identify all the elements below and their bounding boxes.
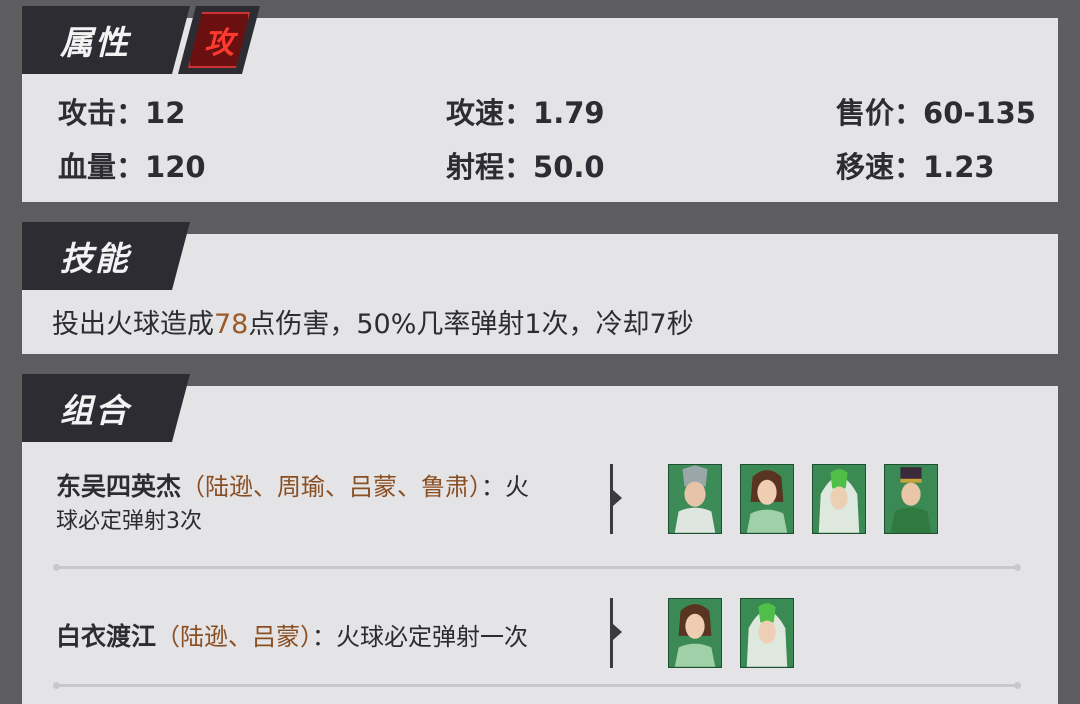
- combo-section-tab: 组合: [22, 374, 190, 442]
- bottom-divider: [53, 682, 1021, 689]
- hp-label: 血量：: [58, 150, 146, 184]
- price-stat: 售价：60-135: [836, 90, 1036, 132]
- move-speed-stat: 移速：1.23: [836, 144, 995, 186]
- attack-stat: 攻击：12: [58, 90, 185, 132]
- attack-label: 攻击：: [58, 96, 146, 130]
- combo-2-title: 白衣渡江（陆逊、吕蒙）：火球必定弹射一次: [56, 617, 528, 653]
- attributes-section-title: 属性: [60, 23, 130, 62]
- price-value: 60-135: [923, 96, 1036, 130]
- combo-panel: [22, 386, 1058, 704]
- combo-1-name: 东吴四英杰: [56, 472, 182, 501]
- range-value: 50.0: [533, 150, 605, 184]
- combo-1-title: 东吴四英杰（陆逊、周瑜、吕蒙、鲁肃）：火: [56, 472, 530, 501]
- combo-2-name: 白衣渡江: [56, 622, 157, 651]
- combo-2-effect: ：火球必定弹射一次: [312, 623, 529, 651]
- combo-2-arrow-icon: [613, 624, 622, 640]
- hp-value: 120: [145, 150, 206, 184]
- green-hood-hero-icon[interactable]: [812, 464, 866, 534]
- combo-1-effect: 球必定弹射3次: [56, 509, 202, 534]
- combo-1-members: （陆逊、周瑜、吕蒙、鲁肃）: [181, 473, 482, 501]
- attack-value: 12: [145, 96, 186, 130]
- range-stat: 射程：50.0: [446, 144, 605, 186]
- attack-type-icon: 攻: [188, 12, 250, 68]
- hp-stat: 血量：120: [58, 144, 206, 186]
- move-speed-value: 1.23: [923, 150, 995, 184]
- price-label: 售价：: [836, 96, 924, 130]
- armored-warrior-icon[interactable]: [668, 464, 722, 534]
- combo-1-arrow-icon: [613, 490, 622, 506]
- atk-speed-value: 1.79: [533, 96, 605, 130]
- brown-hair-hero-icon[interactable]: [668, 598, 722, 668]
- crowned-general-icon[interactable]: [884, 464, 938, 534]
- attributes-section-tab: 属性: [22, 6, 190, 74]
- skill-damage-value: 78: [214, 309, 249, 340]
- atk-speed-stat: 攻速：1.79: [446, 90, 605, 132]
- skill-description: 投出火球造成78点伤害，50%几率弹射1次，冷却7秒: [52, 309, 694, 340]
- combo-section-title: 组合: [60, 391, 130, 430]
- combo-divider: [53, 564, 1021, 571]
- skill-section-tab: 技能: [22, 222, 190, 290]
- atk-speed-label: 攻速：: [446, 96, 534, 130]
- green-hood-hero-icon[interactable]: [740, 598, 794, 668]
- combo-2-members: （陆逊、吕蒙）: [156, 623, 313, 651]
- move-speed-label: 移速：: [836, 150, 924, 184]
- skill-section-title: 技能: [60, 239, 130, 278]
- brown-hair-hero-icon[interactable]: [740, 464, 794, 534]
- range-label: 射程：: [446, 150, 534, 184]
